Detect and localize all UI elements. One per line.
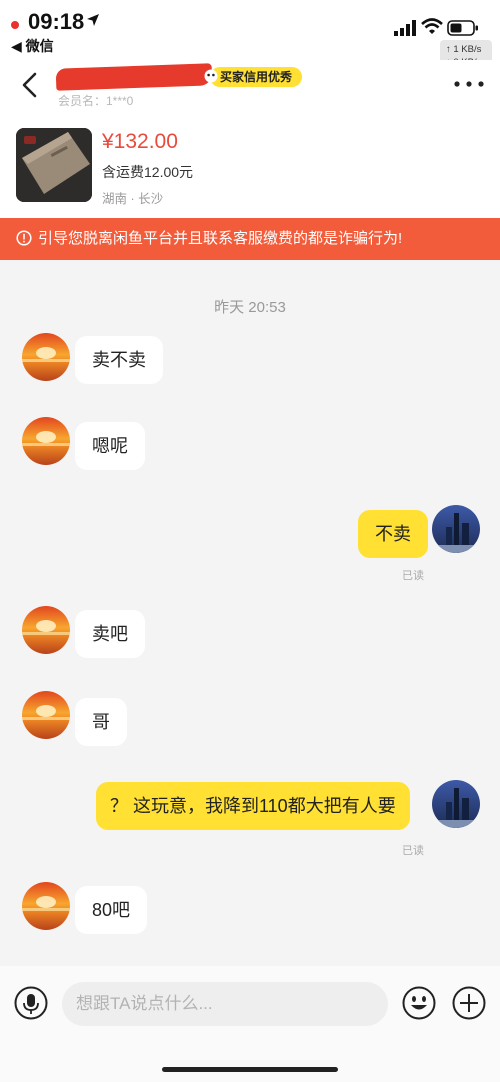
product-image	[16, 128, 92, 202]
my-avatar[interactable]	[432, 505, 480, 553]
seller-avatar[interactable]	[22, 691, 70, 739]
product-location: 湖南 · 长沙	[102, 192, 164, 206]
back-to-app-link[interactable]: ◀ 微信	[11, 36, 54, 56]
message-bubble-incoming[interactable]: 卖吧	[75, 610, 145, 658]
seller-avatar[interactable]	[22, 333, 70, 381]
redacted-username	[55, 63, 213, 91]
product-price: ¥132.00	[102, 130, 178, 153]
my-avatar[interactable]	[432, 780, 480, 828]
message-bubble-incoming[interactable]: 80吧	[75, 886, 148, 934]
seller-avatar[interactable]	[22, 606, 70, 654]
status-bar: 09:18 ◀ 微信 ↑ 1 KB/s ↓ 0 KB/s	[0, 0, 500, 72]
back-chevron-icon[interactable]	[16, 70, 44, 100]
more-dots-icon[interactable]	[452, 77, 486, 91]
microphone-icon[interactable]	[14, 986, 48, 1020]
chat-screen: 09:18 ◀ 微信 ↑ 1 KB/s ↓ 0 KB/s 买家信用优秀	[0, 0, 500, 1082]
signal-icon	[394, 20, 416, 36]
message-input[interactable]	[62, 982, 388, 1026]
seller-avatar[interactable]	[22, 882, 70, 930]
product-card[interactable]: ¥132.00 含运费12.00元 湖南 · 长沙	[0, 112, 500, 218]
message-bubble-incoming[interactable]: 哥	[75, 698, 127, 746]
read-receipt: 已读	[402, 845, 424, 857]
message-input-bar	[0, 966, 500, 1082]
credit-face-icon	[204, 69, 218, 83]
status-time: 09:18	[28, 9, 85, 34]
message-bubble-incoming[interactable]: 嗯呢	[75, 422, 145, 470]
fraud-warning-banner: 引导您脱离闲鱼平台并且联系客服缴费的都是诈骗行为!	[0, 218, 500, 260]
emoji-icon[interactable]	[402, 986, 436, 1020]
warning-text: 引导您脱离闲鱼平台并且联系客服缴费的都是诈骗行为!	[38, 230, 403, 247]
credit-badge[interactable]: 买家信用优秀	[210, 67, 303, 87]
shipping-fee: 含运费12.00元	[102, 164, 194, 180]
wifi-icon	[421, 18, 443, 34]
message-list: 昨天 20:53 卖不卖 嗯呢 不卖 已读 卖吧 哥 ？ 这玩意，我降到110都…	[0, 260, 500, 966]
credit-badge-label: 买家信用优秀	[220, 70, 293, 84]
upload-speed: ↑ 1 KB/s	[446, 44, 482, 55]
seller-avatar[interactable]	[22, 417, 70, 465]
message-bubble-outgoing[interactable]: ？ 这玩意，我降到110都大把有人要	[96, 782, 410, 830]
member-name: 会员名：1***0	[58, 94, 134, 108]
home-indicator	[162, 1067, 338, 1072]
warning-icon	[16, 230, 32, 246]
chat-header: 买家信用优秀 会员名：1***0	[0, 60, 500, 112]
message-bubble-incoming[interactable]: 卖不卖	[75, 336, 163, 384]
chat-timestamp: 昨天 20:53	[214, 299, 286, 316]
location-arrow-icon	[87, 14, 99, 26]
battery-icon	[447, 20, 478, 36]
message-bubble-outgoing[interactable]: 不卖	[358, 510, 428, 558]
plus-icon[interactable]	[452, 986, 486, 1020]
recording-dot	[11, 21, 19, 29]
read-receipt: 已读	[402, 570, 424, 582]
